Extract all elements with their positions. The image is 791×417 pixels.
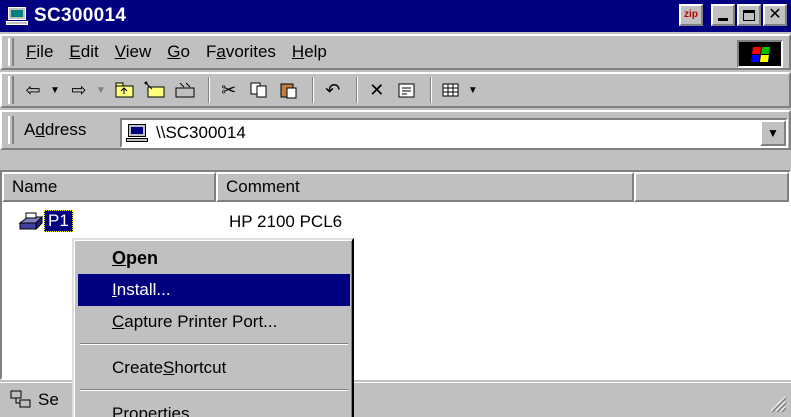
forward-dropdown-icon[interactable]: ▼ <box>96 85 106 96</box>
windows-logo-icon <box>737 40 783 68</box>
computer-icon <box>126 123 150 143</box>
back-arrow-icon[interactable]: ⇦ <box>20 77 46 103</box>
column-header-blank[interactable] <box>634 172 789 202</box>
zip-icon[interactable]: zip <box>679 4 703 26</box>
back-dropdown-icon[interactable]: ▼ <box>50 85 60 96</box>
menu-go[interactable]: Go <box>167 42 190 62</box>
properties-icon[interactable] <box>394 77 420 103</box>
paste-icon[interactable] <box>276 77 302 103</box>
address-label: Address <box>24 120 87 139</box>
column-header-name[interactable]: Name <box>2 172 216 202</box>
context-menu-open[interactable]: Open <box>78 242 350 274</box>
undo-icon[interactable]: ↶ <box>320 77 346 103</box>
menu-help[interactable]: Help <box>292 42 327 62</box>
address-bar: Address \\SC300014 ▼ <box>0 110 791 150</box>
close-button[interactable]: ✕ <box>763 4 787 26</box>
menu-grip[interactable] <box>8 38 14 66</box>
address-value: \\SC300014 <box>156 123 246 142</box>
map-drive-icon[interactable] <box>142 77 168 103</box>
context-menu-separator <box>80 343 348 345</box>
address-grip[interactable] <box>8 116 14 144</box>
views-dropdown-icon[interactable]: ▼ <box>468 85 478 96</box>
zip-badge-label: zip <box>684 9 698 20</box>
context-menu: Open Install... Capture Printer Port... … <box>72 238 354 417</box>
list-item[interactable]: P1 HP 2100 PCL6 <box>2 210 791 234</box>
context-menu-separator <box>80 389 348 391</box>
copy-icon[interactable] <box>246 77 272 103</box>
computer-icon <box>6 6 28 26</box>
menu-view[interactable]: View <box>115 42 152 62</box>
toolbar-grip[interactable] <box>8 76 14 104</box>
title-bar[interactable]: SC300014 zip ✕ <box>0 0 791 32</box>
close-icon: ✕ <box>768 6 782 23</box>
minimize-button[interactable] <box>711 4 735 26</box>
up-folder-icon[interactable] <box>112 77 138 103</box>
context-menu-capture-printer-port[interactable]: Capture Printer Port... <box>78 306 350 338</box>
cut-icon[interactable]: ✂ <box>216 77 242 103</box>
menu-edit[interactable]: Edit <box>69 42 98 62</box>
toolbar: ⇦ ▼ ⇨ ▼ ✂ ↶ ✕ ▼ <box>0 72 791 108</box>
views-icon[interactable] <box>438 77 464 103</box>
menu-bar: File Edit View Go Favorites Help <box>0 34 791 70</box>
maximize-icon <box>743 9 755 21</box>
item-name: P1 <box>44 210 73 232</box>
menu-favorites[interactable]: Favorites <box>206 42 276 62</box>
disconnect-drive-icon[interactable] <box>172 77 198 103</box>
context-menu-create-shortcut[interactable]: Create Shortcut <box>78 352 350 384</box>
forward-arrow-icon[interactable]: ⇨ <box>66 77 92 103</box>
column-header-comment[interactable]: Comment <box>216 172 634 202</box>
address-input[interactable]: \\SC300014 ▼ <box>120 118 788 148</box>
status-text: Se <box>38 390 59 409</box>
menu-file[interactable]: File <box>26 42 53 62</box>
context-menu-properties[interactable]: Properties <box>78 398 350 417</box>
address-dropdown-button[interactable]: ▼ <box>760 120 786 146</box>
window-title: SC300014 <box>34 5 127 26</box>
minimize-icon <box>718 17 728 21</box>
network-icon <box>10 390 32 410</box>
context-menu-install[interactable]: Install... <box>78 274 350 306</box>
delete-icon[interactable]: ✕ <box>364 77 390 103</box>
chevron-down-icon: ▼ <box>767 126 779 140</box>
maximize-button[interactable] <box>737 4 761 26</box>
resize-grip-icon[interactable] <box>767 393 787 413</box>
printer-icon <box>18 211 44 231</box>
item-comment: HP 2100 PCL6 <box>229 212 343 231</box>
